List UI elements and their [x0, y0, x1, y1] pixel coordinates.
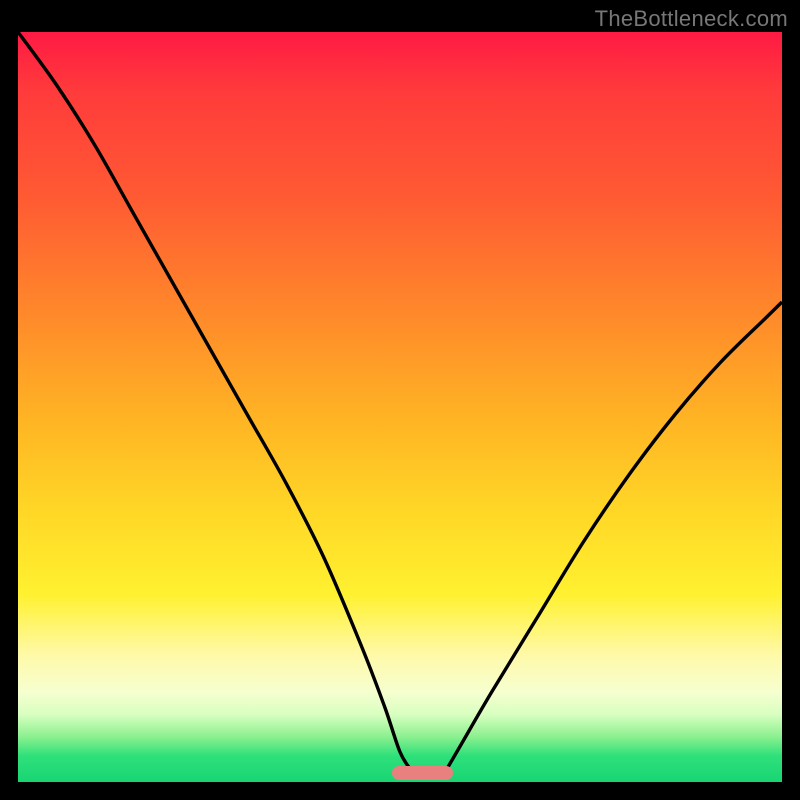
min-marker — [392, 766, 453, 780]
curve-left-branch — [18, 32, 411, 771]
curve-svg — [18, 32, 782, 782]
curve-right-branch — [446, 302, 782, 771]
chart-frame: TheBottleneck.com — [0, 0, 800, 800]
plot-area — [18, 32, 782, 782]
watermark-text: TheBottleneck.com — [595, 6, 788, 32]
